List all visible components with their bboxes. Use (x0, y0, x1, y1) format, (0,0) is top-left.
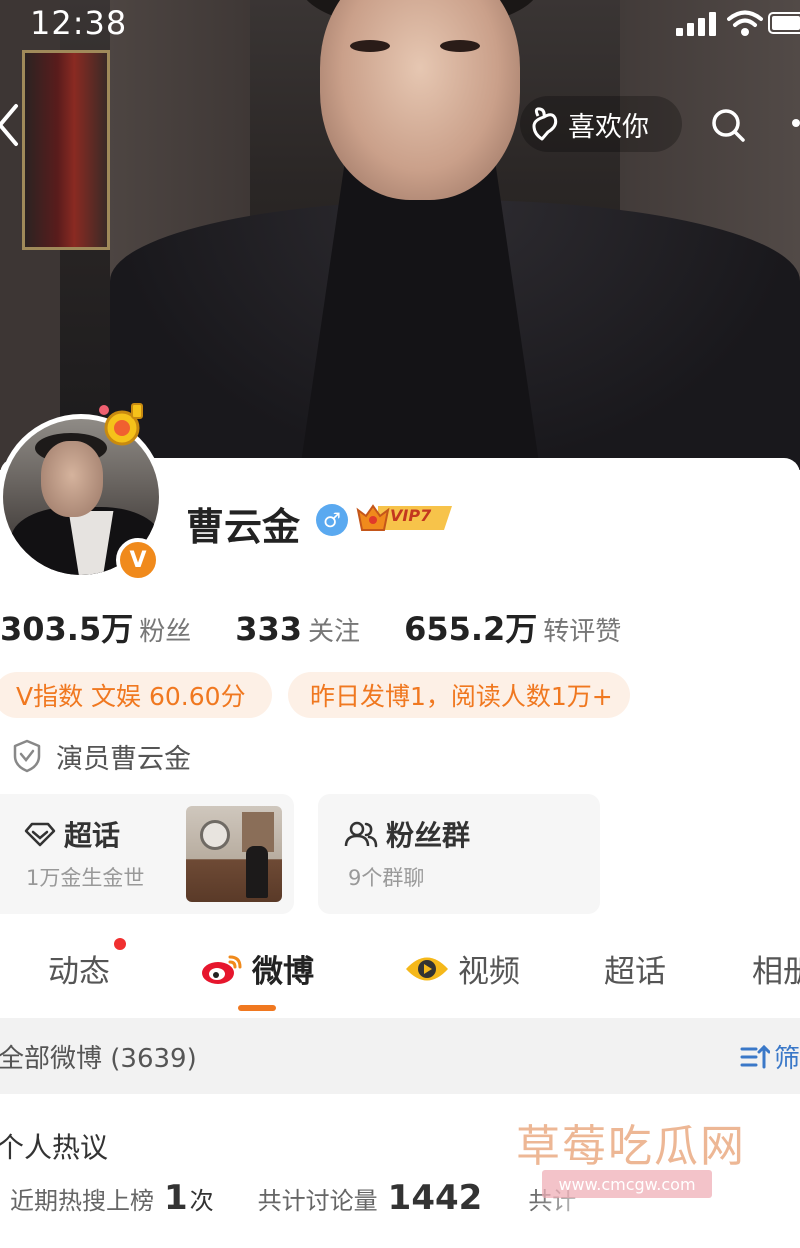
tab-weibo-label: 微博 (252, 954, 314, 990)
like-you-button[interactable]: 喜欢你 (520, 96, 682, 152)
supertopic-card[interactable]: 超话 1万金生金世 (0, 794, 294, 914)
interactions-label[interactable]: 转评赞 (543, 611, 621, 648)
following-count[interactable]: 333 (235, 610, 302, 648)
tab-supertopic[interactable]: 超话 (604, 946, 666, 991)
diamond-icon (24, 822, 56, 847)
vip-label: VIP7 (390, 506, 432, 525)
filter-sort-icon (740, 1044, 770, 1068)
hot-search-label: 近期热搜上榜 (10, 1187, 154, 1215)
interactions-count[interactable]: 655.2万 (404, 604, 537, 650)
fan-group-card[interactable]: 粉丝群 9个群聊 (318, 794, 600, 914)
discussion-total-label: 共计讨论量 (257, 1187, 378, 1215)
supertopic-card-subtitle: 1万金生金世 (26, 866, 145, 890)
verification-text: 演员曹云金 (56, 743, 191, 775)
v-index-pill[interactable]: V指数 文娱 60.60分 (0, 672, 272, 718)
search-icon (712, 109, 745, 142)
watermark-url: www.cmcgw.com (542, 1170, 712, 1198)
notification-dot (114, 938, 126, 950)
tab-dynamics-label: 动态 (48, 954, 110, 990)
hot-discussion-stats[interactable]: 近期热搜上榜 1 次 共计讨论量 1442 共计 (10, 1178, 576, 1230)
verification-info[interactable]: 演员曹云金 (12, 736, 191, 776)
tab-album-label: 相册 (752, 954, 800, 990)
supertopic-card-title: 超话 (64, 819, 121, 852)
filter-button[interactable]: 筛选 (740, 1038, 800, 1075)
wifi-icon (727, 10, 763, 36)
shield-check-icon (13, 739, 41, 773)
cover-photo[interactable] (0, 0, 800, 470)
tab-weibo[interactable]: 微博 (200, 946, 314, 991)
tab-dynamics[interactable]: 动态 (48, 946, 110, 991)
filter-button-label: 筛选 (774, 1044, 800, 1074)
back-chevron-icon[interactable] (0, 100, 24, 150)
more-icon[interactable] (786, 116, 800, 130)
feed-filter-bar: 全部微博 (3639) 筛选 (0, 1018, 800, 1094)
vip-badge[interactable]: VIP7 (356, 500, 454, 536)
fan-group-card-subtitle: 9个群聊 (348, 866, 425, 890)
all-posts-label[interactable]: 全部微博 (3639) (0, 1038, 197, 1075)
profile-stats: 303.5万 粉丝 333 关注 655.2万 转评赞 (0, 604, 665, 656)
tab-video-label: 视频 (458, 954, 520, 990)
hot-search-count: 1 (164, 1178, 188, 1218)
like-you-label: 喜欢你 (568, 111, 649, 143)
tab-video[interactable]: 视频 (404, 946, 520, 991)
cover-embroidered-sleeve (22, 50, 110, 250)
search-button[interactable] (700, 100, 756, 150)
tab-album[interactable]: 相册 (752, 946, 800, 991)
weibo-logo-icon (202, 955, 242, 984)
hot-search-unit: 次 (189, 1187, 214, 1215)
followers-label[interactable]: 粉丝 (139, 611, 191, 648)
discussion-total-count: 1442 (387, 1178, 483, 1218)
hot-discussion-title: 个人热议 (0, 1131, 109, 1164)
users-icon (344, 821, 378, 848)
fan-group-card-title: 粉丝群 (386, 819, 471, 852)
watermark-text: 草莓吃瓜网 (516, 1121, 746, 1172)
status-bar: 12:38 (0, 0, 800, 48)
verified-badge-icon: V (116, 538, 160, 582)
active-tab-indicator (238, 1005, 276, 1011)
followers-count[interactable]: 303.5万 (0, 604, 133, 650)
profile-name: 曹云金 (186, 505, 301, 549)
tab-supertopic-label: 超话 (604, 954, 666, 990)
following-label[interactable]: 关注 (308, 611, 360, 648)
status-time: 12:38 (30, 4, 128, 42)
finger-heart-icon (532, 107, 558, 141)
avatar-pendant-icon (99, 403, 143, 446)
supertopic-thumbnail (186, 806, 282, 902)
battery-icon (768, 12, 800, 34)
video-eye-icon (406, 957, 448, 980)
signal-icon (676, 12, 720, 36)
reading-stats-pill[interactable]: 昨日发博1，阅读人数1万+ (288, 672, 630, 718)
gender-male-icon: ♂ (316, 504, 348, 536)
